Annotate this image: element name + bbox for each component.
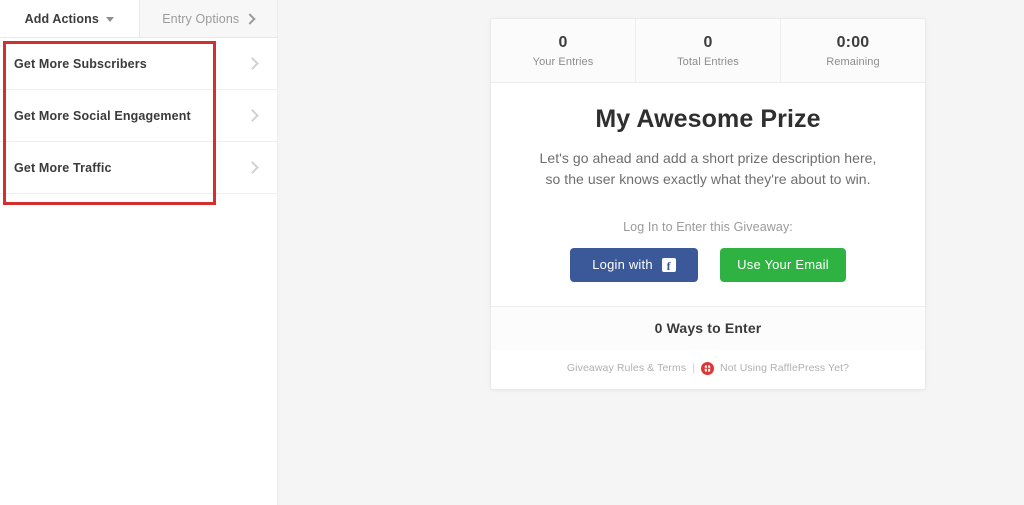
chevron-right-icon bbox=[246, 160, 259, 174]
giveaway-preview-card: 0 Your Entries 0 Total Entries 0:00 Rema… bbox=[490, 18, 926, 390]
panel-tabs: Add Actions Entry Options bbox=[0, 0, 277, 38]
page-title: My Awesome Prize bbox=[595, 105, 821, 133]
rafflepress-logo-icon bbox=[701, 361, 715, 375]
ways-to-enter-bar: 0 Ways to Enter bbox=[491, 305, 925, 350]
actions-panel: Add Actions Entry Options Get More Subsc… bbox=[0, 0, 278, 505]
prize-description: Let's go ahead and add a short prize des… bbox=[521, 148, 895, 190]
rafflepress-promo-link[interactable]: Not Using RafflePress Yet? bbox=[720, 362, 849, 374]
stat-remaining-label: Remaining bbox=[826, 56, 880, 68]
login-with-facebook-label: Login with bbox=[592, 257, 653, 273]
list-item-get-more-subscribers[interactable]: Get More Subscribers bbox=[0, 38, 277, 90]
list-item-label: Get More Social Engagement bbox=[14, 108, 191, 123]
login-prompt: Log In to Enter this Giveaway: bbox=[623, 219, 793, 234]
chevron-right-icon bbox=[246, 56, 259, 70]
use-your-email-label: Use Your Email bbox=[737, 257, 829, 273]
list-item-get-more-social-engagement[interactable]: Get More Social Engagement bbox=[0, 90, 277, 142]
giveaway-footer: Giveaway Rules & Terms | Not Using Raffl… bbox=[491, 349, 925, 389]
stat-your-entries-value: 0 bbox=[558, 34, 568, 51]
list-item-get-more-traffic[interactable]: Get More Traffic bbox=[0, 142, 277, 194]
stat-total-entries-value: 0 bbox=[703, 34, 713, 51]
stat-your-entries-label: Your Entries bbox=[532, 56, 594, 68]
tab-add-actions-label: Add Actions bbox=[24, 11, 99, 26]
stat-total-entries: 0 Total Entries bbox=[636, 19, 781, 82]
giveaway-rules-link[interactable]: Giveaway Rules & Terms bbox=[567, 362, 686, 374]
login-with-facebook-button[interactable]: Login with f bbox=[570, 247, 698, 282]
chevron-right-icon bbox=[246, 108, 259, 122]
stat-total-entries-label: Total Entries bbox=[677, 56, 739, 68]
list-item-label: Get More Traffic bbox=[14, 160, 112, 175]
facebook-icon: f bbox=[661, 257, 676, 272]
use-your-email-button[interactable]: Use Your Email bbox=[720, 247, 846, 282]
stat-remaining: 0:00 Remaining bbox=[781, 19, 925, 82]
chevron-down-icon bbox=[105, 17, 114, 22]
tab-add-actions[interactable]: Add Actions bbox=[0, 0, 140, 37]
giveaway-stats-bar: 0 Your Entries 0 Total Entries 0:00 Rema… bbox=[491, 19, 925, 83]
footer-separator: | bbox=[692, 362, 696, 375]
login-section: Log In to Enter this Giveaway: Login wit… bbox=[491, 190, 925, 306]
prize-description-line-2: so the user knows exactly what they're a… bbox=[545, 170, 871, 187]
tab-entry-options-label: Entry Options bbox=[162, 11, 240, 26]
stat-your-entries: 0 Your Entries bbox=[491, 19, 636, 82]
ways-to-enter-count: 0 Ways to Enter bbox=[654, 319, 762, 336]
stat-remaining-value: 0:00 bbox=[836, 34, 870, 51]
list-item-label: Get More Subscribers bbox=[14, 56, 147, 71]
giveaway-body: My Awesome Prize Let's go ahead and add … bbox=[491, 83, 925, 190]
login-button-group: Login with f Use Your Email bbox=[521, 247, 895, 282]
prize-description-line-1: Let's go ahead and add a short prize des… bbox=[539, 149, 877, 166]
chevron-right-icon bbox=[244, 12, 256, 25]
tab-entry-options[interactable]: Entry Options bbox=[139, 0, 277, 37]
action-category-list: Get More Subscribers Get More Social Eng… bbox=[0, 38, 277, 194]
